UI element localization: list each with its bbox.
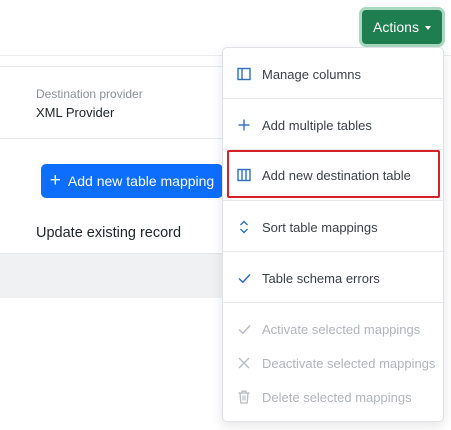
destination-provider-panel: Destination provider XML Provider — [0, 66, 230, 139]
menu-item-activate-selected-mappings: Activate selected mappings — [223, 317, 443, 341]
check-icon — [236, 321, 252, 337]
menu-divider — [223, 251, 443, 252]
update-existing-record-text: Update existing record — [36, 225, 182, 241]
menu-item-deactivate-selected-mappings: Deactivate selected mappings — [223, 351, 443, 375]
menu-item-sort-table-mappings[interactable]: Sort table mappings — [223, 215, 443, 239]
menu-item-delete-selected-mappings: Delete selected mappings — [223, 385, 443, 409]
plus-icon — [236, 117, 252, 133]
actions-dropdown-button[interactable]: Actions — [362, 10, 442, 44]
table-row — [0, 253, 230, 298]
plus-icon: + — [49, 169, 61, 191]
columns-icon — [236, 66, 252, 82]
add-table-mapping-label: Add new table mapping — [67, 173, 215, 189]
trash-icon — [236, 389, 252, 405]
menu-divider — [223, 98, 443, 99]
menu-item-manage-columns[interactable]: Manage columns — [223, 62, 443, 86]
menu-item-label: Manage columns — [262, 66, 361, 82]
check-icon — [236, 270, 252, 286]
menu-item-label: Deactivate selected mappings — [262, 355, 436, 371]
menu-item-add-multiple-tables[interactable]: Add multiple tables — [223, 113, 443, 137]
destination-provider-label: Destination provider — [36, 87, 143, 101]
menu-item-label: Add multiple tables — [262, 117, 372, 133]
menu-item-label: Sort table mappings — [262, 219, 378, 235]
sort-icon — [236, 219, 252, 235]
menu-item-label: Table schema errors — [262, 270, 380, 286]
actions-dropdown-menu: Manage columns Add multiple tables Add n… — [222, 47, 444, 422]
highlight-box — [227, 150, 440, 198]
menu-item-label: Delete selected mappings — [262, 389, 412, 405]
close-icon — [236, 355, 252, 371]
destination-provider-value: XML Provider — [36, 105, 115, 120]
menu-divider — [223, 302, 443, 303]
menu-divider — [223, 200, 443, 201]
add-table-mapping-button[interactable]: + Add new table mapping — [41, 164, 223, 198]
menu-item-table-schema-errors[interactable]: Table schema errors — [223, 266, 443, 290]
menu-item-label: Activate selected mappings — [262, 321, 421, 337]
actions-button-label: Actions — [373, 19, 419, 35]
caret-down-icon — [424, 25, 431, 30]
